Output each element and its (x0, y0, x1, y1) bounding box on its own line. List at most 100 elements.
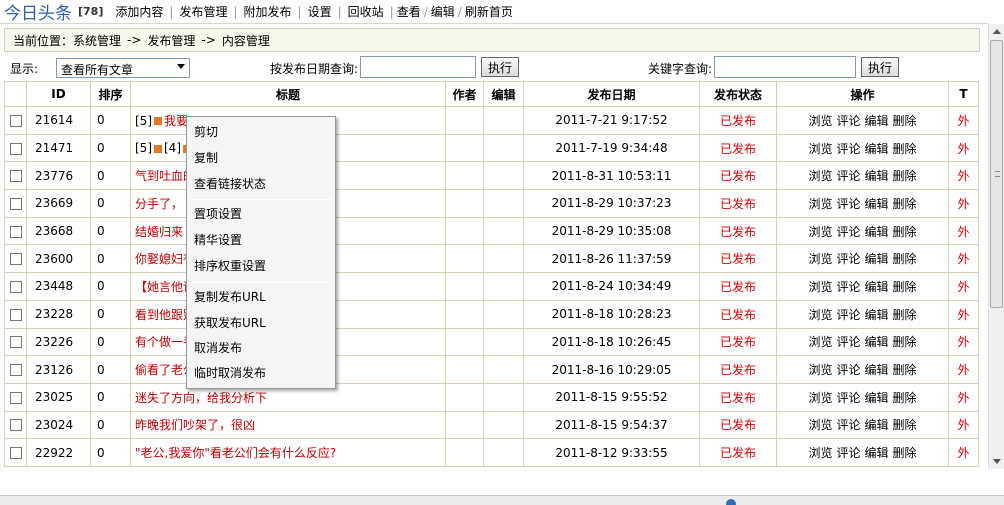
delete-link[interactable]: 删除 (893, 142, 917, 156)
edit-link[interactable]: 编辑 (865, 335, 889, 349)
nav-publish-manage[interactable]: 发布管理 (173, 3, 233, 20)
nav-settings[interactable]: 设置 (302, 3, 338, 20)
row-checkbox[interactable] (10, 197, 22, 210)
table-row[interactable]: 23126 0 偷看了老公 2011-8-16 10:29:05 已发布 浏览 评论 编辑 删除… (4, 355, 979, 384)
browse-link[interactable]: 浏览 (808, 308, 832, 322)
table-row[interactable]: 23600 0 你娶媳妇有 2011-8-26 11:37:59 已发布 浏览 评论 编辑 删除… (4, 244, 979, 274)
title-link[interactable]: "老公,我爱你"看老公们会有什么反应? (135, 446, 336, 460)
menu-item-cut[interactable]: 剪切 (188, 120, 334, 144)
type-cell[interactable]: 外 (948, 161, 979, 191)
edit-link[interactable]: 编辑 (865, 225, 889, 239)
comment-link[interactable]: 评论 (836, 225, 860, 239)
comment-link[interactable]: 评论 (836, 280, 860, 294)
comment-link[interactable]: 评论 (836, 363, 860, 377)
menu-item-unpublish[interactable]: 取消发布 (188, 336, 334, 360)
breadcrumb-item[interactable]: 系统管理 (73, 34, 121, 48)
browse-link[interactable]: 浏览 (808, 391, 832, 405)
menu-item-copy[interactable]: 复制 (188, 146, 334, 170)
edit-link[interactable]: 编辑 (865, 114, 889, 128)
col-header-title[interactable]: 标题 (130, 81, 446, 107)
browse-link[interactable]: 浏览 (808, 142, 832, 156)
type-cell[interactable]: 外 (948, 299, 979, 329)
row-checkbox[interactable] (10, 142, 22, 155)
title-link[interactable]: 迷失了方向，给我分析下 (135, 391, 267, 405)
type-cell[interactable]: 外 (948, 272, 979, 301)
comment-link[interactable]: 评论 (836, 114, 860, 128)
type-cell[interactable]: 外 (948, 438, 979, 467)
type-cell[interactable]: 外 (948, 410, 979, 440)
scroll-thumb[interactable] (990, 40, 1003, 308)
delete-link[interactable]: 删除 (893, 418, 917, 432)
col-header-author[interactable]: 作者 (445, 81, 484, 107)
table-row[interactable]: 23776 0 气到吐血的 2011-8-31 10:53:11 已发布 浏览 评论 编辑 删除… (4, 161, 979, 191)
table-row[interactable]: 21614 0 [5] 我要 2011-7-21 9:17:52 已发布 浏览 评论 编辑 删除外 (4, 106, 979, 135)
col-header-order[interactable]: 排序 (90, 81, 131, 107)
comment-link[interactable]: 评论 (836, 308, 860, 322)
breadcrumb-item[interactable]: 内容管理 (222, 32, 270, 49)
delete-link[interactable]: 删除 (893, 335, 917, 349)
row-checkbox[interactable] (10, 253, 22, 266)
date-query-input[interactable] (360, 56, 476, 78)
menu-item-pin[interactable]: 置项设置 (188, 202, 334, 226)
browse-link[interactable]: 浏览 (808, 252, 832, 266)
col-header-id[interactable]: ID (26, 81, 91, 107)
table-row[interactable]: 23024 0 昨晚我们吵架了，很凶 2011-8-15 9:54:37 已发布 浏览 评论… (4, 410, 979, 440)
delete-link[interactable]: 删除 (893, 446, 917, 460)
type-cell[interactable]: 外 (948, 189, 979, 218)
scroll-up-icon[interactable] (993, 29, 1001, 34)
row-checkbox[interactable] (10, 114, 22, 127)
comment-link[interactable]: 评论 (836, 197, 860, 211)
browse-link[interactable]: 浏览 (808, 114, 832, 128)
delete-link[interactable]: 删除 (893, 114, 917, 128)
edit-link[interactable]: 编辑 (865, 280, 889, 294)
menu-item-temp-unpublish[interactable]: 临时取消发布 (188, 361, 334, 385)
delete-link[interactable]: 删除 (893, 225, 917, 239)
delete-link[interactable]: 删除 (893, 391, 917, 405)
title-cell[interactable]: 昨晚我们吵架了，很凶 (130, 410, 446, 440)
comment-link[interactable]: 评论 (836, 142, 860, 156)
type-cell[interactable]: 外 (948, 244, 979, 274)
edit-link[interactable]: 编辑 (865, 446, 889, 460)
browse-link[interactable]: 浏览 (808, 418, 832, 432)
delete-link[interactable]: 删除 (893, 197, 917, 211)
browse-link[interactable]: 浏览 (808, 363, 832, 377)
menu-item-copy-url[interactable]: 复制发布URL (188, 285, 334, 309)
title-link[interactable]: 我要 (164, 114, 188, 128)
nav-add-content[interactable]: 添加内容 (109, 3, 169, 20)
browse-link[interactable]: 浏览 (808, 280, 832, 294)
title-link[interactable]: 分手了， (135, 197, 183, 211)
breadcrumb-item[interactable]: 发布管理 (147, 32, 195, 49)
delete-link[interactable]: 删除 (893, 363, 917, 377)
type-cell[interactable]: 外 (948, 382, 979, 412)
col-header-editor[interactable]: 编辑 (483, 81, 524, 107)
table-row[interactable]: 23226 0 有个做一手 2011-8-18 10:26:45 已发布 浏览 评论 编辑 删除… (4, 327, 979, 357)
col-header-status[interactable]: 发布状态 (699, 81, 777, 107)
edit-link[interactable]: 编辑 (865, 197, 889, 211)
browse-link[interactable]: 浏览 (808, 446, 832, 460)
edit-link[interactable]: 编辑 (865, 169, 889, 183)
delete-link[interactable]: 删除 (893, 169, 917, 183)
browse-link[interactable]: 浏览 (808, 197, 832, 211)
nav-extra-publish[interactable]: 附加发布 (238, 3, 298, 20)
delete-link[interactable]: 删除 (893, 280, 917, 294)
browse-link[interactable]: 浏览 (808, 335, 832, 349)
row-checkbox[interactable] (10, 419, 22, 432)
comment-link[interactable]: 评论 (836, 169, 860, 183)
row-checkbox[interactable] (10, 280, 22, 293)
row-checkbox[interactable] (10, 336, 22, 349)
menu-item-get-url[interactable]: 获取发布URL (188, 311, 334, 335)
row-checkbox[interactable] (10, 391, 22, 404)
nav-refresh-home[interactable]: 刷新首页 (462, 3, 516, 20)
comment-link[interactable]: 评论 (836, 418, 860, 432)
scroll-down-icon[interactable] (993, 459, 1001, 464)
keyword-query-input[interactable] (714, 56, 856, 78)
title-link[interactable]: 昨晚我们吵架了，很凶 (135, 418, 255, 432)
nav-recycle-bin[interactable]: 回收站 (342, 3, 390, 20)
edit-link[interactable]: 编辑 (865, 418, 889, 432)
menu-item-sort-weight[interactable]: 排序权重设置 (188, 254, 334, 278)
edit-link[interactable]: 编辑 (865, 363, 889, 377)
show-select[interactable]: 查看所有文章 (56, 58, 190, 78)
table-row[interactable]: 23668 0 结婚归来 2011-8-29 10:35:08 已发布 浏览 评论 编辑 删除外 (4, 216, 979, 246)
edit-link[interactable]: 编辑 (865, 252, 889, 266)
row-checkbox[interactable] (10, 364, 22, 377)
